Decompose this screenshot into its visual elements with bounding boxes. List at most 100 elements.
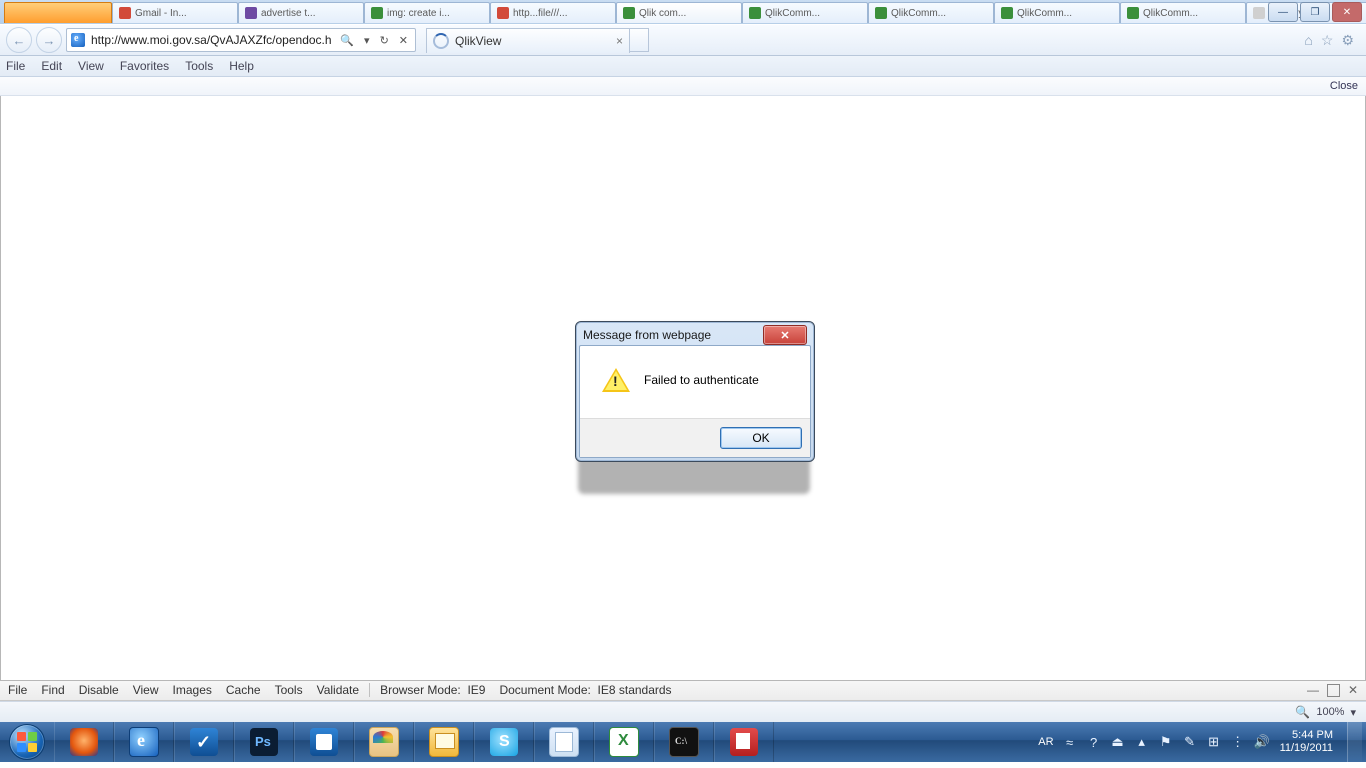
- publisher-icon: [310, 728, 338, 756]
- dev-menu-images[interactable]: Images: [173, 683, 212, 697]
- notepad-icon: [549, 727, 579, 757]
- action-center-icon[interactable]: ⚑: [1158, 734, 1174, 750]
- back-button[interactable]: ←: [6, 27, 32, 53]
- address-bar[interactable]: 🔍 ▾ ↻ ✕: [66, 28, 416, 52]
- dialog-titlebar[interactable]: Message from webpage ✕: [579, 325, 811, 345]
- menu-favorites[interactable]: Favorites: [120, 59, 169, 73]
- taskbar-app-photoshop[interactable]: [234, 722, 294, 762]
- bg-tab-label: Gmail - In...: [135, 8, 187, 19]
- show-desktop-button[interactable]: [1347, 722, 1362, 762]
- tab-title: QlikView: [455, 34, 501, 48]
- devbar-unpin-button[interactable]: [1327, 684, 1340, 697]
- zoom-dropdown-icon[interactable]: ▾: [1350, 706, 1356, 719]
- taskbar-app-ie[interactable]: [114, 722, 174, 762]
- stop-button[interactable]: ✕: [396, 34, 411, 47]
- bg-tab[interactable]: QlikComm...: [994, 2, 1120, 23]
- input-language[interactable]: AR: [1038, 736, 1053, 748]
- ok-button[interactable]: OK: [720, 427, 802, 449]
- taskbar-app-skype[interactable]: [474, 722, 534, 762]
- skype-icon: [490, 728, 518, 756]
- start-button[interactable]: [0, 722, 54, 762]
- menu-tools[interactable]: Tools: [185, 59, 213, 73]
- devbar-close-button[interactable]: ✕: [1348, 683, 1358, 697]
- bg-tab[interactable]: http...file///...: [490, 2, 616, 23]
- menu-help[interactable]: Help: [229, 59, 254, 73]
- volume-icon[interactable]: 🔊: [1254, 734, 1270, 750]
- window-minimize-button[interactable]: —: [1268, 2, 1298, 22]
- tray-icon[interactable]: ≈: [1062, 734, 1078, 750]
- developer-toolbar: File Find Disable View Images Cache Tool…: [0, 679, 1366, 701]
- tray-icon[interactable]: ?: [1086, 734, 1102, 750]
- taskbar-app-vs[interactable]: [174, 722, 234, 762]
- window-maximize-button[interactable]: ❐: [1300, 2, 1330, 22]
- dev-menu-cache[interactable]: Cache: [226, 683, 261, 697]
- taskbar-app-firefox[interactable]: [54, 722, 114, 762]
- forward-button[interactable]: →: [36, 27, 62, 53]
- clock[interactable]: 5:44 PM 11/19/2011: [1278, 729, 1339, 755]
- tray-icon[interactable]: ⊞: [1206, 734, 1222, 750]
- zoom-level[interactable]: 100%: [1316, 706, 1344, 718]
- dev-menu-view[interactable]: View: [133, 683, 159, 697]
- taskbar-app-notepad[interactable]: [534, 722, 594, 762]
- dialog-body: Failed to authenticate OK: [579, 345, 811, 458]
- bg-tab-label: Qlik com...: [639, 8, 686, 19]
- refresh-button[interactable]: ↻: [377, 34, 392, 47]
- zoom-icon[interactable]: 🔍: [1295, 705, 1310, 719]
- favicon-icon: [749, 7, 761, 19]
- dev-menu-disable[interactable]: Disable: [79, 683, 119, 697]
- favorites-button[interactable]: ☆: [1321, 32, 1334, 49]
- tools-button[interactable]: ⚙: [1341, 32, 1354, 49]
- menu-file[interactable]: File: [6, 59, 25, 73]
- favicon-icon: [497, 7, 509, 19]
- taskbar-app-paint[interactable]: [354, 722, 414, 762]
- bg-tab-label: img: create i...: [387, 8, 450, 19]
- bg-tab[interactable]: [4, 2, 112, 23]
- window-close-button[interactable]: ✕: [1332, 2, 1362, 22]
- arrow-left-icon: ←: [13, 33, 26, 48]
- menu-view[interactable]: View: [78, 59, 104, 73]
- url-input[interactable]: [89, 32, 333, 48]
- tab-close-button[interactable]: ×: [616, 34, 623, 48]
- new-tab-button[interactable]: [630, 28, 649, 52]
- menu-edit[interactable]: Edit: [41, 59, 62, 73]
- dialog-close-button[interactable]: ✕: [763, 325, 807, 345]
- devbar-minimize-button[interactable]: —: [1307, 683, 1319, 697]
- bg-tab-active[interactable]: Qlik com...: [616, 2, 742, 23]
- search-icon[interactable]: 🔍: [337, 34, 357, 47]
- taskbar-app-acrobat[interactable]: [714, 722, 774, 762]
- bg-tab-label: http...file///...: [513, 8, 567, 19]
- dev-menu-find[interactable]: Find: [41, 683, 64, 697]
- dev-menu-tools[interactable]: Tools: [275, 683, 303, 697]
- taskbar-app-explorer[interactable]: [414, 722, 474, 762]
- cmd-icon: [669, 727, 699, 757]
- home-button[interactable]: ⌂: [1304, 32, 1312, 48]
- page-close-link[interactable]: Close: [1330, 80, 1358, 92]
- dev-menu-file[interactable]: File: [8, 683, 27, 697]
- browser-tab[interactable]: QlikView ×: [426, 28, 630, 53]
- bg-tab[interactable]: QlikComm...: [742, 2, 868, 23]
- bg-tab[interactable]: QlikComm...: [868, 2, 994, 23]
- favicon-icon: [119, 7, 131, 19]
- dev-menu-validate[interactable]: Validate: [317, 683, 359, 697]
- network-icon[interactable]: ⋮: [1230, 734, 1246, 750]
- bg-tab[interactable]: img: create i...: [364, 2, 490, 23]
- photoshop-icon: [250, 728, 278, 756]
- taskbar-app-publisher[interactable]: [294, 722, 354, 762]
- browser-tabstrip: QlikView ×: [426, 28, 649, 53]
- bg-tab[interactable]: advertise t...: [238, 2, 364, 23]
- dropdown-icon[interactable]: ▾: [361, 34, 373, 47]
- status-bar: 🔍 100% ▾: [0, 701, 1366, 722]
- taskbar-app-cmd[interactable]: [654, 722, 714, 762]
- taskbar-app-excel[interactable]: [594, 722, 654, 762]
- bg-tab[interactable]: QlikComm...: [1120, 2, 1246, 23]
- windows-orb-icon: [9, 724, 45, 760]
- clock-time: 5:44 PM: [1280, 729, 1333, 742]
- tray-icon[interactable]: ⏏: [1110, 734, 1126, 750]
- browser-mode[interactable]: Browser Mode: IE9: [380, 683, 485, 697]
- tray-show-hidden-icon[interactable]: ▴: [1134, 734, 1150, 750]
- taskbar: AR ≈ ? ⏏ ▴ ⚑ ✎ ⊞ ⋮ 🔊 5:44 PM 11/19/2011: [0, 722, 1366, 762]
- tray-icon[interactable]: ✎: [1182, 734, 1198, 750]
- bg-tab[interactable]: Gmail - In...: [112, 2, 238, 23]
- document-mode[interactable]: Document Mode: IE8 standards: [499, 683, 671, 697]
- explorer-icon: [429, 727, 459, 757]
